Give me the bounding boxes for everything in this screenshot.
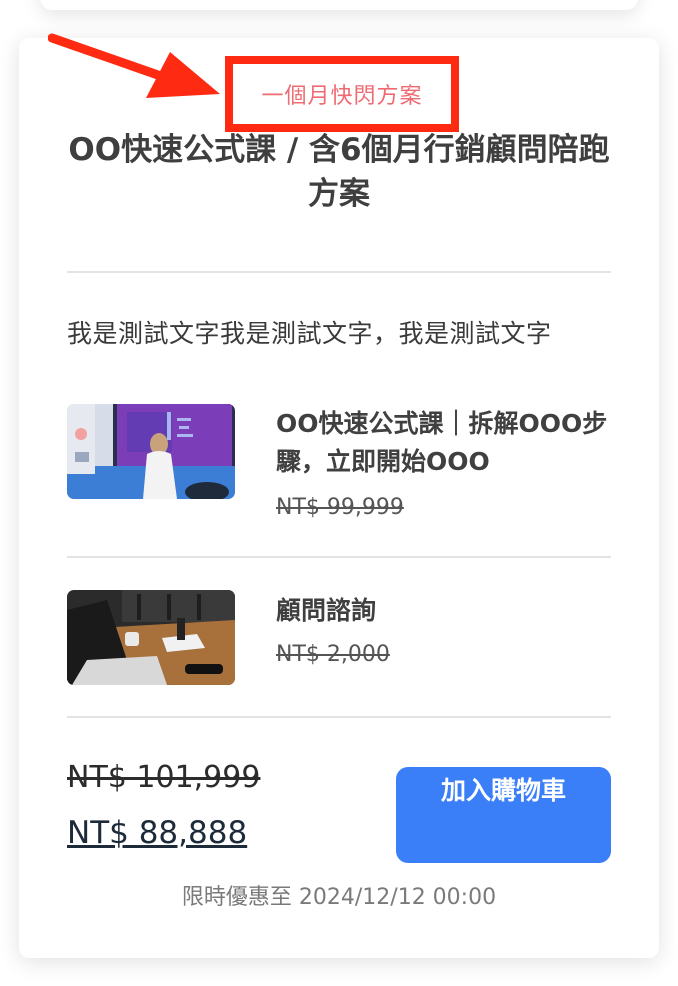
consulting-thumbnail[interactable] [67,590,235,685]
item-name[interactable]: OO快速公式課｜拆解OOO步驟，立即開始OOO [276,405,616,481]
divider [67,271,611,273]
sale-total-price: NT$ 88,888 [67,815,248,851]
divider [67,556,611,558]
course-thumbnail[interactable] [67,404,235,499]
plan-title: OO快速公式課 / 含6個月行銷顧問陪跑方案 [68,132,610,212]
divider [67,716,611,718]
plan-tag: 一個月快閃方案 [261,84,423,109]
promo-deadline: 限時優惠至 2024/12/12 00:00 [181,885,497,910]
plan-description: 我是測試文字我是測試文字，我是測試文字 [67,319,552,348]
previous-card-edge [40,0,638,10]
plan-tag-highlight: 一個月快閃方案 [225,56,459,132]
item-price: NT$ 2,000 [276,642,390,667]
annotation-arrow-icon [48,33,220,98]
item-name[interactable]: 顧問諮詢 [276,592,616,630]
item-price: NT$ 99,999 [276,495,404,520]
add-to-cart-button[interactable]: 加入購物車 [396,767,611,863]
original-total-price: NT$ 101,999 [67,760,261,795]
